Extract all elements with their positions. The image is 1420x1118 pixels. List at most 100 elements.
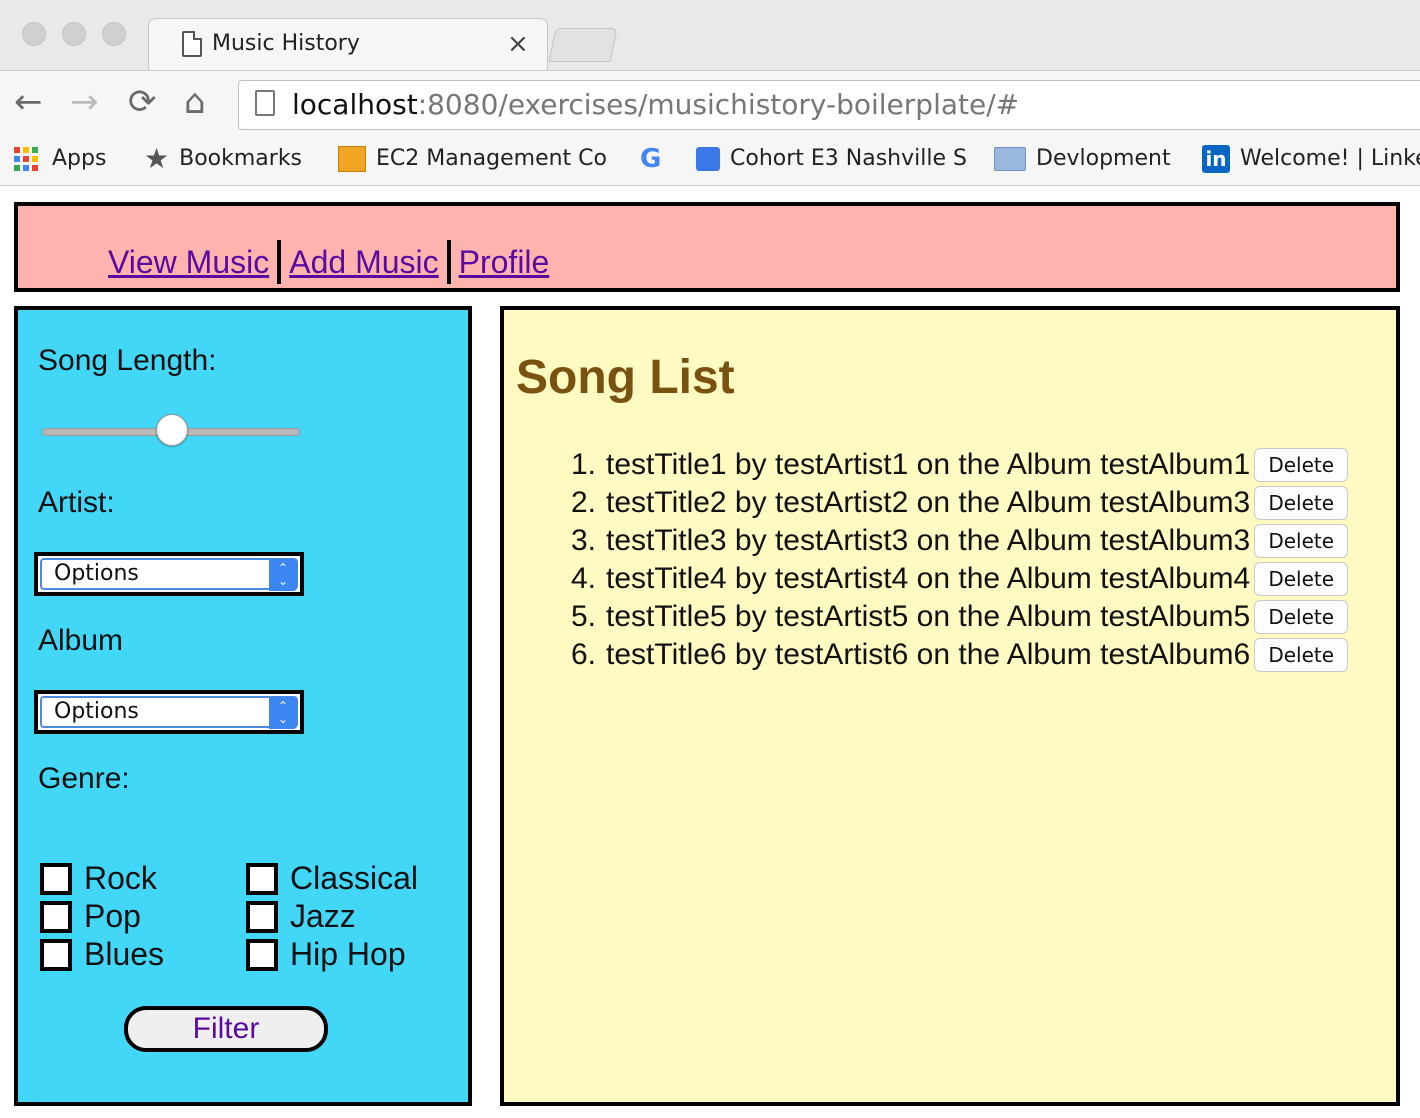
checkbox-label: Jazz: [290, 898, 356, 934]
checkbox[interactable]: [40, 938, 72, 971]
bookmark-ec2[interactable]: EC2 Management Co: [338, 144, 610, 174]
reload-icon[interactable]: ⟳: [128, 82, 157, 122]
song-text: testTitle4 by testArtist4 on the Album t…: [606, 562, 1251, 595]
delete-button[interactable]: Delete: [1254, 524, 1349, 558]
delete-button[interactable]: Delete: [1254, 448, 1349, 482]
google-icon: G: [640, 144, 662, 174]
song-text: testTitle1 by testArtist1 on the Album t…: [606, 448, 1251, 481]
nav-divider: [446, 240, 451, 284]
classroom-icon: [696, 147, 720, 171]
bookmark-bookmarks[interactable]: ★ Bookmarks: [144, 144, 302, 174]
list-number: 4.: [570, 562, 596, 595]
artist-label: Artist:: [38, 486, 115, 519]
delete-button[interactable]: Delete: [1254, 486, 1349, 520]
delete-button[interactable]: Delete: [1254, 638, 1349, 672]
close-window-button[interactable]: [22, 22, 46, 46]
page-icon: [182, 31, 202, 57]
song-length-slider-thumb[interactable]: [156, 414, 188, 446]
checkbox-label: Pop: [84, 898, 141, 934]
song-list: 1. testTitle1 by testArtist1 on the Album…: [560, 446, 1349, 674]
list-number: 2.: [570, 486, 596, 519]
main-nav: View Music Add Music Profile: [108, 240, 549, 284]
album-select-value: Options: [54, 699, 139, 724]
checkbox[interactable]: [40, 862, 72, 895]
chevron-up-down-icon: ⌃ ⌄: [269, 697, 297, 729]
bookmark-label: Welcome! | Linke: [1240, 146, 1420, 171]
nav-view-music-link[interactable]: View Music: [108, 244, 269, 281]
tab-title: Music History: [212, 31, 360, 56]
song-text: testTitle3 by testArtist3 on the Album t…: [606, 524, 1251, 557]
bookmark-cohort[interactable]: Cohort E3 Nashville S: [696, 144, 968, 174]
artist-select-value: Options: [54, 561, 139, 586]
checkbox-label: Rock: [84, 860, 157, 896]
genre-pop[interactable]: Pop: [40, 898, 141, 935]
back-arrow-icon[interactable]: ←: [14, 82, 43, 122]
genre-hip-hop[interactable]: Hip Hop: [246, 936, 406, 973]
page-title: Song List: [516, 351, 735, 404]
bookmark-apps[interactable]: Apps: [14, 144, 106, 174]
page-info-icon[interactable]: [255, 90, 275, 116]
url-host: localhost: [292, 88, 418, 121]
nav-divider: [277, 240, 282, 284]
chevron-up-down-icon: ⌃ ⌄: [269, 559, 297, 591]
nav-profile-link[interactable]: Profile: [459, 244, 550, 281]
song-list-panel: Song List 1. testTitle1 by testArtist1 on…: [500, 306, 1400, 1106]
bookmark-google[interactable]: G: [640, 144, 671, 174]
nav-add-music-link[interactable]: Add Music: [289, 244, 438, 281]
list-number: 6.: [570, 638, 596, 671]
list-number: 5.: [570, 600, 596, 633]
list-item: 1. testTitle1 by testArtist1 on the Album…: [560, 446, 1349, 484]
list-item: 4. testTitle4 by testArtist4 on the Album…: [560, 560, 1349, 598]
bookmark-label: Cohort E3 Nashville S: [730, 146, 967, 171]
bookmark-label: Bookmarks: [179, 146, 303, 171]
album-label: Album: [38, 624, 124, 657]
list-item: 3. testTitle3 by testArtist3 on the Album…: [560, 522, 1349, 560]
forward-arrow-icon[interactable]: →: [70, 82, 99, 122]
song-text: testTitle6 by testArtist6 on the Album t…: [606, 638, 1251, 671]
list-item: 6. testTitle6 by testArtist6 on the Album…: [560, 636, 1349, 674]
checkbox[interactable]: [246, 938, 278, 971]
apps-grid-icon: [14, 147, 38, 171]
artist-select-frame: Options ⌃ ⌄: [34, 552, 304, 596]
genre-label: Genre:: [38, 762, 130, 795]
checkbox[interactable]: [246, 862, 278, 895]
minimize-window-button[interactable]: [62, 22, 86, 46]
new-tab-button[interactable]: [548, 28, 618, 62]
checkbox[interactable]: [246, 900, 278, 933]
bookmark-label: Devlopment: [1036, 146, 1171, 171]
genre-blues[interactable]: Blues: [40, 936, 164, 973]
genre-classical[interactable]: Classical: [246, 860, 418, 897]
delete-button[interactable]: Delete: [1254, 562, 1349, 596]
browser-chrome: Music History × ← → ⟳ ⌂ localhost:8080/e…: [0, 0, 1420, 186]
song-length-label: Song Length:: [38, 344, 217, 377]
list-number: 3.: [570, 524, 596, 557]
bookmark-devlopment[interactable]: Devlopment: [994, 144, 1171, 174]
filter-sidebar: Song Length: Artist: Options ⌃ ⌄ Album Op…: [14, 306, 472, 1106]
list-item: 5. testTitle5 by testArtist5 on the Album…: [560, 598, 1349, 636]
list-item: 2. testTitle2 by testArtist2 on the Album…: [560, 484, 1349, 522]
zoom-window-button[interactable]: [102, 22, 126, 46]
url-path: :8080/exercises/musichistory-boilerplate…: [417, 88, 1020, 121]
album-select[interactable]: Options ⌃ ⌄: [40, 696, 298, 729]
checkbox-label: Classical: [290, 860, 419, 896]
box-icon: [338, 146, 366, 172]
page-header: View Music Add Music Profile: [14, 202, 1400, 292]
url-text[interactable]: localhost:8080/exercises/musichistory-bo…: [292, 88, 1019, 121]
bookmark-label: EC2 Management Co: [376, 146, 607, 171]
linkedin-icon: in: [1202, 145, 1230, 173]
bookmark-linkedin[interactable]: in Welcome! | Linke: [1202, 144, 1420, 174]
genre-jazz[interactable]: Jazz: [246, 898, 356, 935]
delete-button[interactable]: Delete: [1254, 600, 1349, 634]
tab-close-icon[interactable]: ×: [507, 29, 529, 59]
artist-select[interactable]: Options ⌃ ⌄: [40, 558, 298, 591]
star-icon: ★: [144, 144, 170, 174]
home-icon[interactable]: ⌂: [184, 82, 206, 122]
genre-rock[interactable]: Rock: [40, 860, 157, 897]
checkbox[interactable]: [40, 900, 72, 933]
album-select-frame: Options ⌃ ⌄: [34, 690, 304, 734]
checkbox-label: Blues: [84, 936, 165, 972]
list-number: 1.: [570, 448, 596, 481]
bookmark-label: Apps: [52, 146, 107, 171]
song-text: testTitle2 by testArtist2 on the Album t…: [606, 486, 1251, 519]
filter-button[interactable]: Filter: [124, 1006, 328, 1052]
